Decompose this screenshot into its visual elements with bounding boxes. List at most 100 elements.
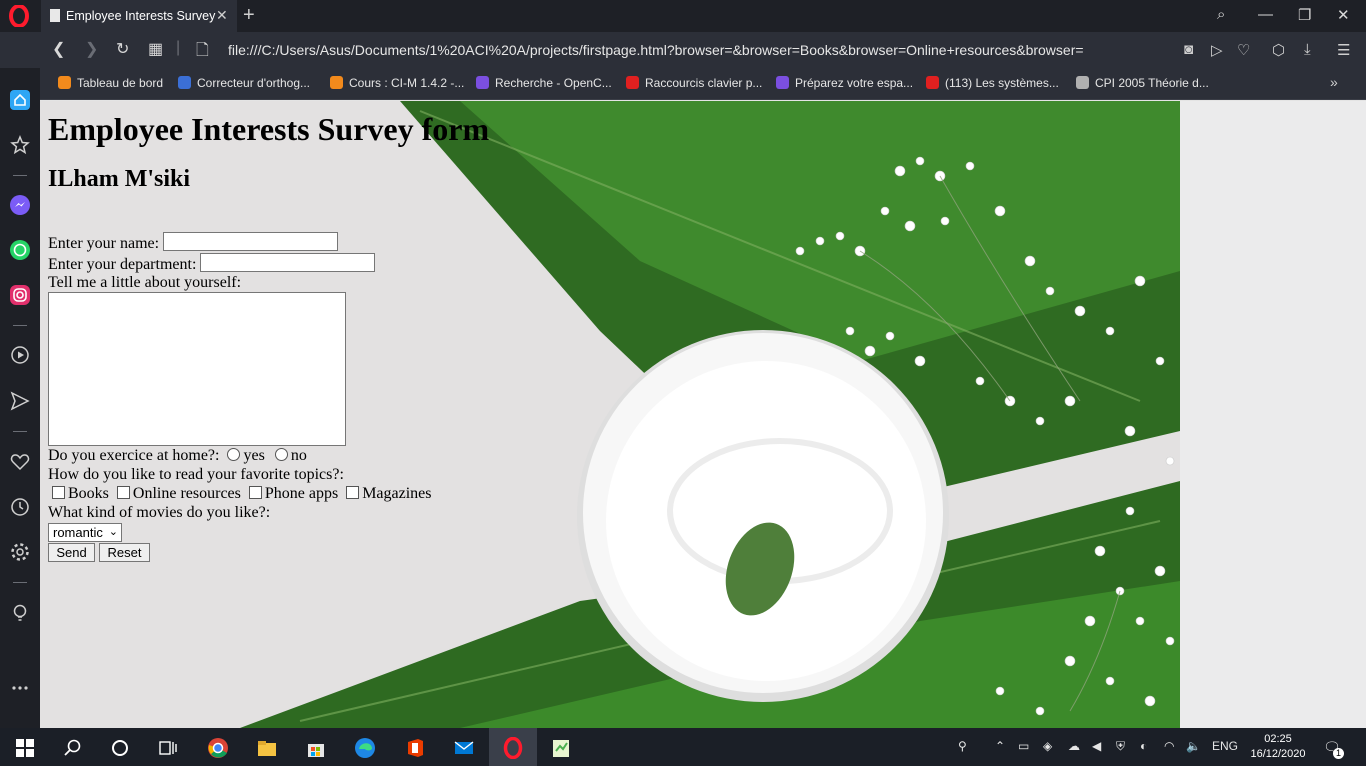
bookmark-item[interactable]: Tableau de bord bbox=[58, 76, 163, 90]
department-label: Enter your department: bbox=[48, 256, 197, 273]
snapshot-icon[interactable]: ◙ bbox=[1184, 41, 1193, 58]
bookmark-favicon-icon bbox=[178, 76, 191, 89]
browser-titlebar: Employee Interests Survey ✕ + ⌕ — ❐ ✕ bbox=[0, 0, 1366, 32]
exercise-no-radio[interactable] bbox=[274, 448, 288, 461]
settings-gear-icon[interactable] bbox=[9, 541, 31, 563]
battery-icon[interactable]: ▭ bbox=[1018, 739, 1029, 753]
search-icon[interactable] bbox=[62, 737, 84, 759]
bookmark-item[interactable]: CPI 2005 Théorie d... bbox=[1076, 76, 1209, 90]
online-resources-label: Online resources bbox=[132, 485, 241, 502]
sidebar-separator bbox=[13, 325, 27, 326]
send-icon[interactable]: ▷ bbox=[1211, 41, 1223, 59]
bookmarks-bar: Tableau de bord Correcteur d'orthog... C… bbox=[0, 68, 1366, 100]
page-info-icon[interactable]: 🗋 bbox=[196, 39, 209, 66]
windows-start-icon[interactable] bbox=[14, 737, 36, 759]
microsoft-store-icon[interactable] bbox=[305, 737, 327, 759]
bookmark-item[interactable]: Raccourcis clavier p... bbox=[626, 76, 762, 90]
more-options-icon[interactable] bbox=[9, 677, 31, 699]
opera-taskbar-icon[interactable] bbox=[502, 737, 524, 759]
tab-close-icon[interactable]: ✕ bbox=[216, 7, 228, 24]
speed-dial-icon[interactable]: ▦ bbox=[148, 39, 163, 59]
file-explorer-icon[interactable] bbox=[256, 737, 278, 759]
movies-select[interactable]: romantic ⌄ bbox=[48, 523, 122, 542]
wifi-icon[interactable]: ◠ bbox=[1164, 739, 1174, 753]
bookmark-item[interactable]: Cours : CI-M 1.4.2 -... bbox=[330, 76, 464, 90]
name-label: Enter your name: bbox=[48, 235, 160, 252]
exercise-yes-radio[interactable] bbox=[227, 448, 241, 461]
home-icon[interactable] bbox=[9, 89, 31, 111]
about-textarea[interactable] bbox=[48, 292, 346, 446]
opera-logo-icon[interactable] bbox=[8, 5, 30, 27]
magazines-checkbox[interactable] bbox=[346, 486, 360, 499]
send-button[interactable]: Send bbox=[48, 543, 95, 562]
notification-badge: 1 bbox=[1333, 748, 1344, 759]
name-input[interactable] bbox=[163, 232, 339, 251]
instagram-icon[interactable] bbox=[9, 284, 31, 306]
about-label: Tell me a little about yourself: bbox=[48, 274, 242, 291]
sidebar-separator bbox=[13, 582, 27, 583]
office-icon[interactable] bbox=[404, 737, 426, 759]
chevron-up-icon[interactable]: ⌃ bbox=[995, 739, 1005, 753]
bookmark-favicon-icon bbox=[476, 76, 489, 89]
downloads-icon[interactable]: ⤓ bbox=[1304, 41, 1311, 58]
language-indicator[interactable]: ENG bbox=[1212, 739, 1238, 753]
bookmarks-more-icon[interactable]: » bbox=[1330, 74, 1338, 90]
reload-icon[interactable]: ↻ bbox=[116, 39, 129, 59]
page-viewport: Employee Interests Survey form ILham M's… bbox=[40, 101, 1366, 728]
url-field[interactable]: file:///C:/Users/Asus/Documents/1%20ACI%… bbox=[228, 42, 1084, 58]
teams-icon[interactable]: ◈ bbox=[1043, 739, 1052, 753]
search-tabs-icon[interactable]: ⌕ bbox=[1217, 6, 1225, 23]
bookmarks-star-icon[interactable] bbox=[9, 134, 31, 156]
maximize-icon[interactable]: ❐ bbox=[1298, 6, 1311, 24]
easy-setup-icon[interactable]: ☰ bbox=[1337, 41, 1350, 59]
flow-send-icon[interactable] bbox=[9, 390, 31, 412]
address-bar: ❮ ❯ ↻ ▦ | 🗋 file:///C:/Users/Asus/Docume… bbox=[0, 32, 1366, 68]
forward-icon[interactable]: ❯ bbox=[85, 39, 98, 59]
whatsapp-icon[interactable] bbox=[9, 239, 31, 261]
phone-apps-checkbox[interactable] bbox=[248, 486, 262, 499]
bookmark-favicon-icon bbox=[776, 76, 789, 89]
clock-date: 16/12/2020 bbox=[1250, 748, 1306, 760]
app-tray-icon[interactable]: ◐ bbox=[1140, 739, 1147, 753]
lightbulb-icon[interactable] bbox=[9, 602, 31, 624]
name-row: Enter your name: bbox=[48, 232, 339, 254]
page-subtitle: ILham M'siki bbox=[48, 166, 191, 192]
clock-time: 02:25 bbox=[1264, 733, 1292, 745]
bookmark-item[interactable]: (113) Les systèmes... bbox=[926, 76, 1059, 90]
page-title: Employee Interests Survey form bbox=[48, 111, 490, 147]
extensions-icon[interactable]: ⬡ bbox=[1272, 41, 1285, 59]
people-icon[interactable]: ⚲ bbox=[958, 739, 967, 753]
notepad-plus-icon[interactable] bbox=[550, 737, 572, 759]
onedrive-icon[interactable]: ☁ bbox=[1068, 739, 1080, 753]
close-window-icon[interactable]: ✕ bbox=[1337, 6, 1350, 24]
chrome-icon[interactable] bbox=[207, 737, 229, 759]
document-icon bbox=[50, 9, 60, 22]
tab-active[interactable]: Employee Interests Survey ✕ bbox=[41, 0, 237, 32]
new-tab-icon[interactable]: + bbox=[243, 4, 255, 27]
minimize-icon[interactable]: — bbox=[1258, 6, 1273, 23]
heart-icon[interactable] bbox=[9, 451, 31, 473]
bookmark-item[interactable]: Recherche - OpenC... bbox=[476, 76, 612, 90]
bookmark-item[interactable]: Préparez votre espa... bbox=[776, 76, 913, 90]
bookmark-favicon-icon bbox=[926, 76, 939, 89]
mail-icon[interactable] bbox=[453, 737, 475, 759]
back-icon[interactable]: ❮ bbox=[52, 39, 65, 59]
reset-button[interactable]: Reset bbox=[99, 543, 150, 562]
volume-muted-icon[interactable]: ◀ bbox=[1092, 739, 1101, 753]
online-resources-checkbox[interactable] bbox=[116, 486, 130, 499]
department-input[interactable] bbox=[200, 253, 376, 272]
clock[interactable]: 02:25 16/12/2020 bbox=[1248, 732, 1308, 762]
books-checkbox[interactable] bbox=[52, 486, 65, 499]
security-icon[interactable]: ⛨ bbox=[1116, 739, 1125, 754]
task-view-icon[interactable] bbox=[157, 737, 179, 759]
messenger-icon[interactable] bbox=[9, 194, 31, 216]
edge-icon[interactable] bbox=[354, 737, 376, 759]
history-clock-icon[interactable] bbox=[9, 496, 31, 518]
bookmark-heart-icon[interactable]: ♡ bbox=[1237, 41, 1250, 59]
cortana-icon[interactable] bbox=[109, 737, 131, 759]
chevron-down-icon: ⌄ bbox=[108, 526, 118, 538]
bookmark-item[interactable]: Correcteur d'orthog... bbox=[178, 76, 310, 90]
read-label: How do you like to read your favorite to… bbox=[48, 466, 344, 483]
speaker-icon[interactable]: 🔈 bbox=[1186, 739, 1201, 753]
player-icon[interactable] bbox=[9, 344, 31, 366]
